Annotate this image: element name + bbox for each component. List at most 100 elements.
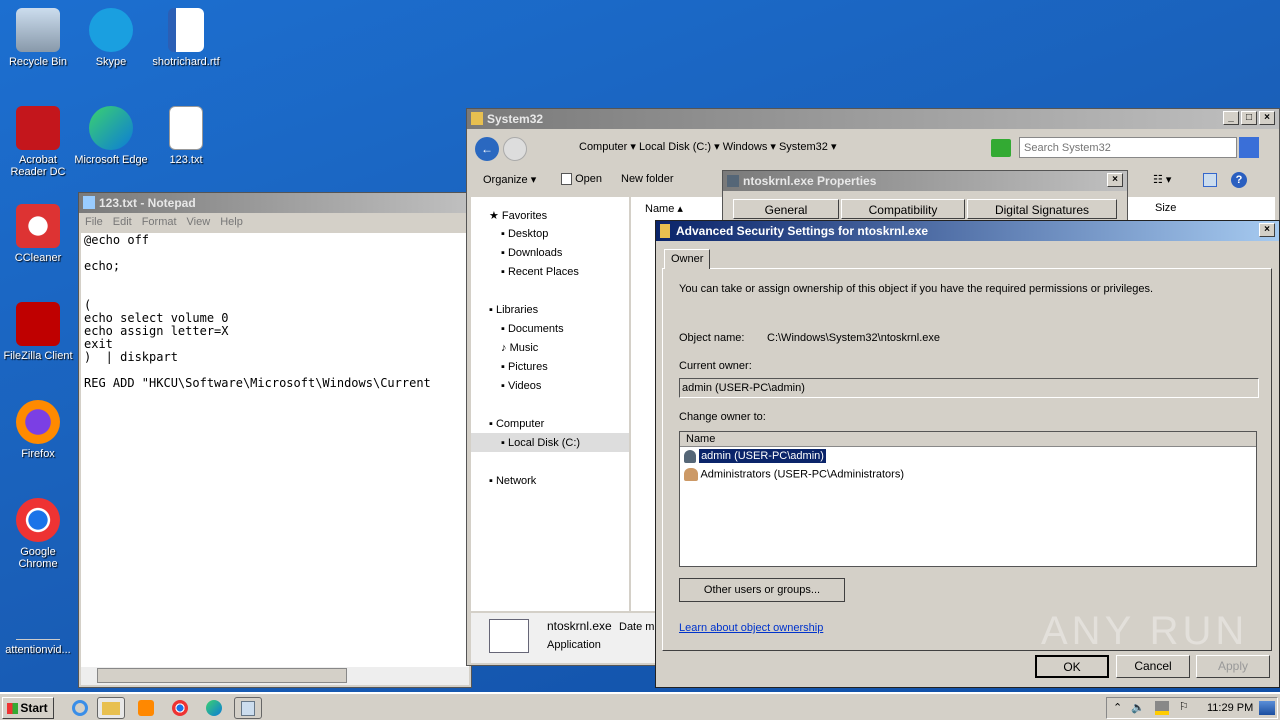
menu-format[interactable]: Format [142, 216, 177, 228]
taskbar-chrome-icon[interactable] [166, 697, 194, 719]
search-input[interactable] [1019, 137, 1237, 158]
desktop-icon-firefox[interactable]: Firefox [0, 400, 76, 460]
details-date-label: Date m [619, 621, 655, 633]
skype-icon [89, 8, 133, 52]
notepad-line: ) | diskpart [84, 350, 178, 364]
desktop-icon-ccleaner[interactable]: CCleaner [0, 204, 76, 264]
nav-computer[interactable]: ▪ Computer [489, 418, 544, 430]
action-center-flag-icon[interactable]: ⚐ [1179, 700, 1189, 713]
nav-music[interactable]: ♪ Music [501, 342, 538, 354]
learn-ownership-link[interactable]: Learn about object ownership [679, 622, 823, 634]
intro-text: You can take or assign ownership of this… [679, 283, 1154, 295]
word-document-icon [168, 8, 204, 52]
desktop-icon-attentionvid[interactable]: attentionvid... [0, 620, 76, 656]
cancel-button[interactable]: Cancel [1116, 655, 1190, 678]
security-close-button[interactable]: × [1259, 223, 1275, 237]
tab-owner[interactable]: Owner [664, 249, 710, 269]
notepad-text-area[interactable]: @echo off echo; (echo select volume 0 ech… [81, 233, 469, 667]
tab-general[interactable]: General [733, 199, 839, 219]
back-button[interactable]: ← [475, 137, 499, 161]
edge-icon [89, 106, 133, 150]
desktop-icon-chrome[interactable]: Google Chrome [0, 498, 76, 570]
desktop-icon-edge[interactable]: Microsoft Edge [73, 106, 149, 166]
start-button[interactable]: Start [2, 697, 54, 719]
menu-file[interactable]: File [85, 216, 103, 228]
notepad-titlebar[interactable]: 123.txt - Notepad [79, 193, 471, 213]
firefox-icon [16, 400, 60, 444]
views-icon[interactable]: ☷ ▾ [1153, 173, 1183, 187]
taskbar-media-player-icon[interactable] [132, 697, 160, 719]
maximize-button[interactable]: □ [1241, 111, 1257, 125]
nav-recent-places[interactable]: ▪ Recent Places [501, 266, 579, 278]
volume-icon[interactable]: 🔈 [1131, 701, 1145, 714]
nav-downloads[interactable]: ▪ Downloads [501, 247, 562, 259]
new-folder-button[interactable]: New folder [621, 173, 674, 185]
advanced-security-dialog[interactable]: Advanced Security Settings for ntoskrnl.… [655, 220, 1280, 688]
show-hidden-icons-icon[interactable]: ⌃ [1113, 701, 1122, 714]
owner-list[interactable]: Name admin (USER-PC\admin) Administrator… [679, 431, 1257, 567]
menu-view[interactable]: View [187, 216, 211, 228]
forward-button[interactable] [503, 137, 527, 161]
group-icon [684, 468, 698, 481]
apply-button[interactable]: Apply [1196, 655, 1270, 678]
network-warning-icon[interactable] [1155, 701, 1169, 715]
menu-help[interactable]: Help [220, 216, 243, 228]
explorer-titlebar[interactable]: System32 _ □ × [467, 109, 1279, 129]
security-titlebar[interactable]: Advanced Security Settings for ntoskrnl.… [656, 221, 1279, 241]
refresh-button[interactable] [991, 139, 1011, 157]
breadcrumb-local-disk[interactable]: Local Disk (C:) [639, 141, 711, 153]
clock[interactable]: 11:29 PM [1207, 702, 1253, 714]
desktop-icon-skype[interactable]: Skype [73, 8, 149, 68]
owner-item-admin[interactable]: admin (USER-PC\admin) [684, 448, 827, 465]
nav-favorites[interactable]: ★ Favorites [489, 209, 547, 222]
desktop-icon-acrobat[interactable]: Acrobat Reader DC [0, 106, 76, 178]
nav-local-disk[interactable]: ▪ Local Disk (C:) [471, 433, 629, 452]
breadcrumb-windows[interactable]: Windows [723, 141, 768, 153]
close-button[interactable]: × [1259, 111, 1275, 125]
list-header-name[interactable]: Name [680, 432, 1256, 447]
taskbar-edge-icon[interactable] [200, 697, 228, 719]
taskbar-explorer-icon[interactable] [97, 697, 125, 719]
column-header-size[interactable]: Size [1155, 202, 1176, 214]
object-name-label: Object name: [679, 332, 745, 344]
desktop-icon-recycle-bin[interactable]: Recycle Bin [0, 8, 76, 68]
organize-button[interactable]: Organize ▾ [483, 173, 536, 186]
tab-compatibility[interactable]: Compatibility [841, 199, 965, 219]
nav-network[interactable]: ▪ Network [489, 475, 536, 487]
nav-desktop[interactable]: ▪ Desktop [501, 228, 548, 240]
nav-pictures[interactable]: ▪ Pictures [501, 361, 548, 373]
current-owner-field: admin (USER-PC\admin) [679, 378, 1259, 398]
open-button[interactable]: Open [561, 173, 602, 186]
properties-close-button[interactable]: × [1107, 173, 1123, 187]
recycle-bin-icon [16, 8, 60, 52]
other-users-button[interactable]: Other users or groups... [679, 578, 845, 602]
taskbar-notepad-icon[interactable] [234, 697, 262, 719]
ok-button[interactable]: OK [1035, 655, 1109, 678]
notepad-window[interactable]: 123.txt - Notepad File Edit Format View Help… [78, 192, 472, 688]
owner-item-administrators[interactable]: Administrators (USER-PC\Administrators) [684, 468, 904, 481]
preview-pane-icon[interactable] [1203, 173, 1217, 187]
horizontal-scrollbar[interactable] [81, 667, 469, 685]
column-header-name[interactable]: Name ▴ [645, 202, 683, 215]
address-bar[interactable]: Computer ▾ Local Disk (C:) ▾ Windows ▾ S… [545, 136, 985, 158]
desktop-icon-123txt[interactable]: 123.txt [148, 106, 224, 166]
notepad-line [84, 247, 466, 260]
nav-documents[interactable]: ▪ Documents [501, 323, 564, 335]
breadcrumb-computer[interactable]: Computer [579, 141, 627, 153]
nav-videos[interactable]: ▪ Videos [501, 380, 541, 392]
help-icon[interactable]: ? [1231, 172, 1247, 188]
minimize-button[interactable]: _ [1223, 111, 1239, 125]
properties-titlebar[interactable]: ntoskrnl.exe Properties × [723, 171, 1127, 191]
show-desktop-button[interactable] [1259, 701, 1275, 715]
search-button[interactable] [1239, 137, 1259, 158]
breadcrumb-system32[interactable]: System32 [779, 141, 828, 153]
desktop-icon-filezilla[interactable]: FileZilla Client [0, 302, 76, 362]
current-owner-label: Current owner: [679, 360, 752, 372]
notepad-line: echo assign letter=X [84, 324, 229, 338]
taskbar-ie-icon[interactable] [66, 697, 94, 719]
nav-libraries[interactable]: ▪ Libraries [489, 304, 538, 316]
menu-edit[interactable]: Edit [113, 216, 132, 228]
desktop-icon-rtf[interactable]: shotrichard.rtf [148, 8, 224, 68]
tab-digital-signatures[interactable]: Digital Signatures [967, 199, 1117, 219]
scrollbar-thumb[interactable] [97, 668, 347, 683]
